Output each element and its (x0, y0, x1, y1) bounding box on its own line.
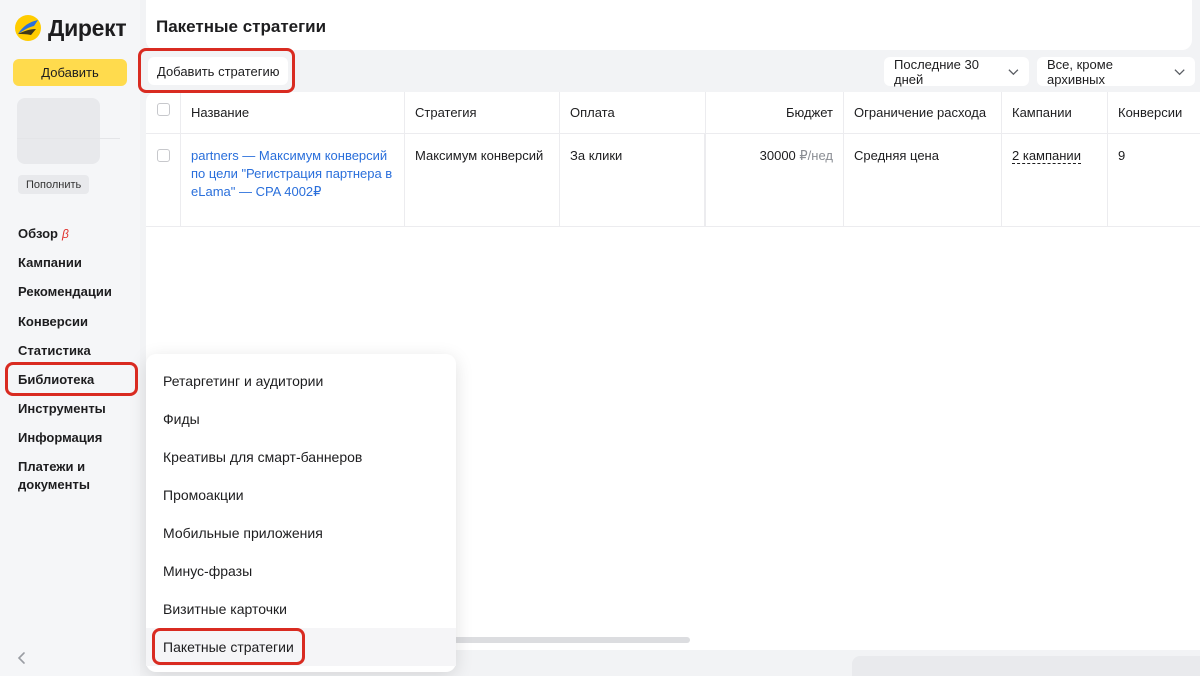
table-header: Название Стратегия Оплата Бюджет Огранич… (146, 92, 1200, 134)
sidebar-item-information[interactable]: Информация (18, 428, 138, 457)
sidebar-item-label: Статистика (18, 342, 91, 358)
row-checkbox[interactable] (157, 149, 170, 162)
sidebar-item-label: Информация (18, 430, 103, 446)
menu-item-promo[interactable]: Промоакции (146, 476, 456, 514)
row-select-cell (146, 134, 181, 226)
payment-cell: За клики (560, 134, 705, 226)
menu-item-feeds[interactable]: Фиды (146, 400, 456, 438)
budget-cell: 30000 ₽/нед (705, 134, 844, 226)
logo-text: Директ (48, 14, 127, 41)
column-header-budget[interactable]: Бюджет (705, 92, 844, 133)
select-all-checkbox[interactable] (157, 103, 170, 116)
sidebar-item-label: Платежи и документы (18, 458, 90, 492)
add-strategy-button[interactable]: Добавить стратегию (148, 57, 289, 85)
menu-item-package-strategies[interactable]: Пакетные стратегии (146, 628, 456, 666)
sidebar-nav: Обзор β Кампании Рекомендации Конверсии С… (18, 224, 138, 494)
sidebar-item-label: Обзор (18, 226, 58, 241)
chevron-left-icon[interactable] (14, 650, 30, 666)
period-select[interactable]: Последние 30 дней (884, 56, 1029, 87)
chevron-down-icon (1008, 68, 1019, 75)
sidebar-item-label: Библиотека (18, 371, 95, 387)
strategy-name-link[interactable]: partners — Максимум конверсий по цели "Р… (191, 148, 392, 199)
limit-cell: Средняя цена (844, 134, 1002, 226)
menu-item-mobile-apps[interactable]: Мобильные приложения (146, 514, 456, 552)
sidebar-item-payments[interactable]: Платежи и документы (18, 458, 138, 494)
column-header-campaigns[interactable]: Кампании (1002, 92, 1108, 133)
strategy-name-cell: partners — Максимум конверсий по цели "Р… (181, 134, 405, 226)
sidebar-item-statistics[interactable]: Статистика (18, 341, 138, 370)
corner-panel (852, 656, 1200, 676)
budget-value: 30000 (759, 148, 796, 163)
menu-item-smart-banner-creatives[interactable]: Креативы для смарт-баннеров (146, 438, 456, 476)
sidebar-item-recommendations[interactable]: Рекомендации (18, 282, 138, 311)
archive-filter-value: Все, кроме архивных (1047, 56, 1113, 87)
yandex-direct-logo-icon (15, 15, 41, 41)
sidebar: Директ Добавить Пополнить Обзор β Кампани… (0, 0, 140, 676)
campaigns-cell: 2 кампании (1002, 134, 1108, 226)
logo[interactable]: Директ (14, 12, 127, 44)
column-header-conversions[interactable]: Конверсии (1108, 92, 1200, 133)
archive-filter-select[interactable]: Все, кроме архивных (1037, 56, 1195, 87)
menu-item-business-cards[interactable]: Визитные карточки (146, 590, 456, 628)
sidebar-item-tools[interactable]: Инструменты (18, 399, 138, 428)
budget-unit: ₽/нед (799, 148, 833, 163)
sidebar-item-label: Инструменты (18, 401, 106, 417)
topup-button[interactable]: Пополнить (18, 175, 90, 194)
column-header-limit[interactable]: Ограничение расхода (844, 92, 1002, 133)
select-all-cell (146, 92, 181, 133)
campaigns-link[interactable]: 2 кампании (1012, 148, 1081, 164)
beta-badge: β (62, 227, 69, 241)
strategy-type-cell: Максимум конверсий (405, 134, 560, 226)
period-select-value: Последние 30 дней (894, 56, 979, 87)
menu-item-negative-keywords[interactable]: Минус-фразы (146, 552, 456, 590)
sidebar-item-overview[interactable]: Обзор β (18, 224, 138, 253)
sidebar-item-campaigns[interactable]: Кампании (18, 253, 138, 282)
column-header-strategy[interactable]: Стратегия (405, 92, 560, 133)
sidebar-item-label: Рекомендации (18, 284, 112, 300)
library-menu: Ретаргетинг и аудитории Фиды Креативы дл… (146, 354, 456, 672)
menu-item-retargeting[interactable]: Ретаргетинг и аудитории (146, 362, 456, 400)
sidebar-item-label: Кампании (18, 255, 82, 271)
page-header: Пакетные стратегии (146, 0, 1192, 50)
sidebar-item-library[interactable]: Библиотека (18, 370, 138, 399)
table-row: partners — Максимум конверсий по цели "Р… (146, 134, 1200, 227)
conversions-cell: 9 (1118, 148, 1126, 163)
balance-card (17, 98, 100, 164)
chevron-down-icon (1174, 68, 1185, 75)
page-title: Пакетные стратегии (156, 17, 327, 36)
column-header-name[interactable]: Название (181, 92, 405, 133)
sidebar-item-conversions[interactable]: Конверсии (18, 312, 138, 341)
add-button[interactable]: Добавить (13, 59, 127, 86)
sidebar-item-label: Конверсии (18, 313, 88, 329)
sidebar-divider (17, 138, 120, 139)
